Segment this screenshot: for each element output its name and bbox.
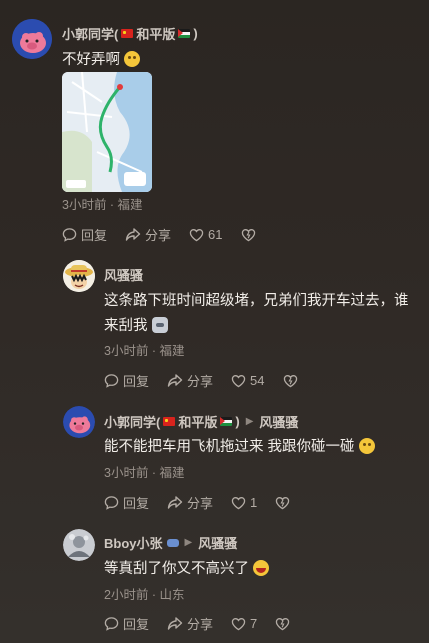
avatar[interactable] — [12, 19, 52, 59]
share-icon — [125, 228, 141, 241]
emoji-icon — [124, 51, 141, 67]
share-button[interactable]: 分享 — [167, 493, 213, 512]
share-button[interactable]: 分享 — [125, 225, 171, 244]
heart-icon — [231, 496, 246, 509]
china-flag-icon — [163, 417, 176, 426]
dislike-button[interactable] — [275, 496, 290, 510]
comment-actions: 回复 分享 54 — [104, 371, 316, 390]
emoji-icon — [151, 317, 168, 333]
avatar[interactable] — [63, 406, 95, 438]
emoji-icon — [253, 560, 270, 576]
comment-time: 3小时前 · 福建 — [62, 198, 143, 212]
comment-actions: 回复 分享 1 — [104, 493, 308, 512]
username[interactable]: Bboy小张 ▶ 风骚骚 — [104, 533, 237, 552]
reply-to-user[interactable]: 风骚骚 — [259, 412, 298, 431]
map-route-image — [62, 72, 152, 192]
username[interactable]: 小郭同学( 和平版 ) ▶ 风骚骚 — [104, 412, 298, 431]
map-image[interactable] — [62, 72, 152, 192]
comment-time: 3小时前 · 福建 — [104, 466, 185, 480]
china-flag-icon — [121, 29, 134, 38]
pig-avatar-icon — [12, 19, 52, 59]
heart-icon — [231, 617, 246, 630]
reply-button[interactable]: 回复 — [62, 225, 107, 244]
comment-text: 不好弄啊 — [62, 48, 141, 73]
reply-button[interactable]: 回复 — [104, 614, 149, 633]
emoji-icon — [358, 438, 375, 454]
comment-time: 2小时前 · 山东 — [104, 588, 185, 602]
reply-arrow-icon: ▶ — [184, 537, 193, 548]
dislike-button[interactable] — [283, 374, 298, 388]
dislike-button[interactable] — [275, 617, 290, 631]
dislike-icon — [283, 374, 297, 387]
avatar[interactable] — [63, 529, 95, 561]
badge-icon — [166, 538, 179, 547]
palestine-flag-icon — [220, 417, 233, 426]
avatar[interactable] — [63, 260, 95, 292]
comment-actions: 回复 分享 61 — [62, 225, 274, 244]
user-avatar-icon — [63, 529, 95, 561]
palestine-flag-icon — [178, 29, 191, 38]
share-icon — [167, 374, 183, 387]
like-button[interactable]: 1 — [231, 495, 257, 510]
dislike-icon — [276, 617, 290, 630]
straw-hat-avatar-icon — [63, 260, 95, 292]
heart-icon — [189, 228, 204, 241]
comment-time: 3小时前 · 福建 — [104, 344, 185, 358]
share-button[interactable]: 分享 — [167, 371, 213, 390]
reply-button[interactable]: 回复 — [104, 371, 149, 390]
reply-icon — [104, 617, 119, 631]
share-button[interactable]: 分享 — [167, 614, 213, 633]
comment-text: 能不能把车用飞机拖过来 我跟你碰一碰 — [104, 435, 375, 460]
username[interactable]: 风骚骚 — [104, 265, 143, 284]
comment-text: 这条路下班时间超级堵，兄弟们我开车过去，谁来刮我 — [104, 293, 409, 334]
like-button[interactable]: 61 — [189, 227, 223, 242]
dislike-icon — [241, 228, 255, 241]
reply-button[interactable]: 回复 — [104, 493, 149, 512]
like-button[interactable]: 7 — [231, 616, 257, 631]
like-button[interactable]: 54 — [231, 373, 265, 388]
reply-icon — [62, 228, 77, 242]
share-icon — [167, 496, 183, 509]
pig-avatar-icon — [63, 406, 95, 438]
reply-to-user[interactable]: 风骚骚 — [198, 533, 237, 552]
dislike-button[interactable] — [241, 228, 256, 242]
comment-actions: 回复 分享 7 — [104, 614, 308, 633]
username[interactable]: 小郭同学( 和平版 ) — [62, 24, 198, 43]
dislike-icon — [276, 496, 290, 509]
heart-icon — [231, 374, 246, 387]
comment-text: 等真刮了你又不高兴了 — [104, 557, 270, 582]
reply-icon — [104, 496, 119, 510]
reply-arrow-icon: ▶ — [245, 416, 254, 427]
share-icon — [167, 617, 183, 630]
reply-icon — [104, 374, 119, 388]
